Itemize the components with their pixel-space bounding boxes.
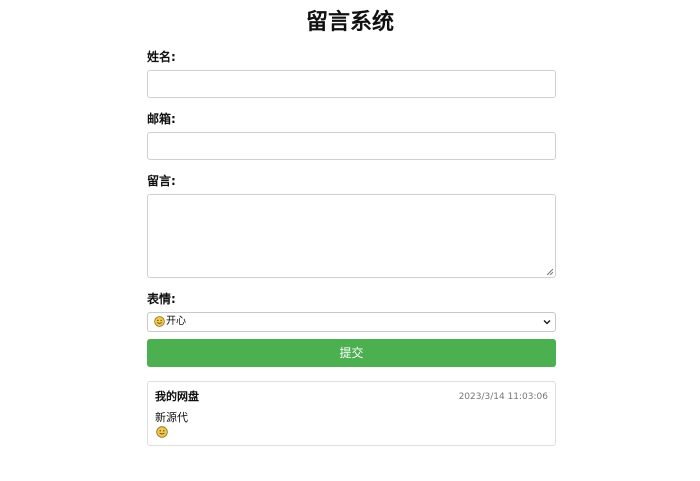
message-card: 我的网盘 2023/3/14 11:03:06 新源代 [147, 381, 556, 446]
message-system-page: 留言系统 姓名: 邮箱: 留言: 表情: 开心 提交 我的网盘 2023/3/1… [0, 0, 700, 481]
smiley-face-icon [156, 426, 168, 438]
page-title: 留言系统 [305, 10, 394, 35]
emotion-selected-value: 开心 [166, 316, 186, 327]
message-label: 留言: [147, 174, 176, 188]
resize-grip-icon[interactable] [545, 267, 553, 275]
email-input[interactable] [147, 132, 556, 160]
smiley-face-icon [154, 316, 165, 327]
name-input[interactable] [147, 70, 556, 98]
submit-button[interactable]: 提交 [147, 339, 556, 367]
message-timestamp: 2023/3/14 11:03:06 [458, 392, 548, 402]
name-label: 姓名: [147, 50, 176, 64]
emotion-label: 表情: [147, 292, 176, 306]
chevron-down-icon [543, 320, 551, 325]
emotion-select[interactable]: 开心 [147, 312, 556, 332]
email-label: 邮箱: [147, 112, 176, 126]
message-textarea[interactable] [147, 194, 556, 278]
message-author: 我的网盘 [155, 390, 199, 403]
message-content: 新源代 [155, 411, 188, 424]
